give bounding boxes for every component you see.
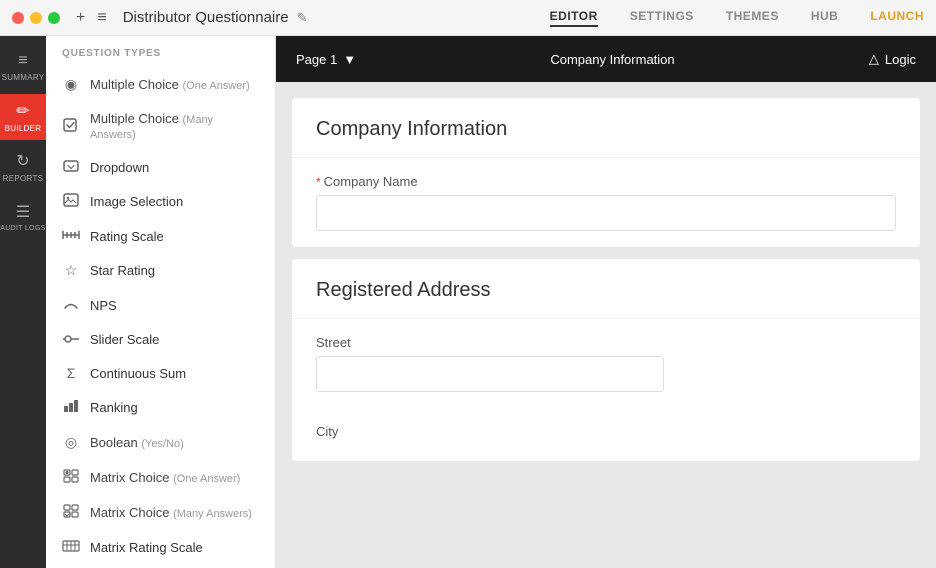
audit-icon: ☰ [16, 202, 30, 222]
hamburger-icon[interactable]: ≡ [97, 9, 106, 27]
field-street: Street [292, 319, 920, 408]
field-city: City [292, 408, 920, 461]
question-type-rating-scale[interactable]: Rating Scale [46, 219, 275, 253]
question-type-ranking[interactable]: Ranking [46, 390, 275, 425]
street-input[interactable] [316, 356, 664, 392]
question-type-star-rating[interactable]: ☆ Star Rating [46, 253, 275, 288]
panel-header: QUESTION TYPES [46, 36, 275, 67]
edit-title-icon[interactable]: ✎ [297, 10, 308, 26]
sidebar-item-reports[interactable]: ↻ REPORTS [0, 144, 46, 190]
nav-themes[interactable]: THEMES [726, 9, 779, 27]
nav-settings[interactable]: SETTINGS [630, 9, 694, 27]
section-company-title: Company Information [292, 98, 920, 158]
matrix-many-icon [62, 504, 80, 521]
continuous-sum-icon: Σ [62, 365, 80, 381]
matrix-rating-icon [62, 539, 80, 555]
main-layout: ≡ SUMMARY ✏ BUILDER ↻ REPORTS ☰ AUDIT LO… [0, 36, 936, 568]
city-label: City [316, 424, 896, 439]
field-company-name: * Company Name [292, 158, 920, 247]
boolean-label: Boolean (Yes/No) [90, 435, 184, 450]
page-header-bar: Page 1 ▼ Company Information △ Logic [276, 36, 936, 82]
mc-many-label: Multiple Choice (Many Answers) [90, 111, 259, 141]
mc-one-label: Multiple Choice (One Answer) [90, 77, 250, 92]
company-name-input[interactable] [316, 195, 896, 231]
street-label: Street [316, 335, 896, 350]
content-inner: Company Information * Company Name Regis… [276, 82, 936, 489]
company-name-label: * Company Name [316, 174, 896, 189]
question-type-boolean[interactable]: ◎ Boolean (Yes/No) [46, 425, 275, 460]
sidebar-item-audit-logs[interactable]: ☰ AUDIT LOGS [0, 194, 46, 240]
plus-icon[interactable]: + [76, 9, 85, 27]
ranking-icon [62, 399, 80, 416]
logic-button[interactable]: △ Logic [869, 51, 916, 67]
mc-many-icon [62, 118, 80, 135]
builder-icon: ✏ [16, 101, 29, 121]
matrix-one-label: Matrix Choice (One Answer) [90, 470, 240, 485]
question-panel: QUESTION TYPES ◉ Multiple Choice (One An… [46, 36, 276, 568]
page-title: Company Information [356, 52, 869, 67]
nav-editor[interactable]: EDITOR [550, 9, 598, 27]
app-title: Distributor Questionnaire ✎ [123, 9, 308, 26]
sidebar-item-builder[interactable]: ✏ BUILDER [0, 94, 46, 140]
titlebar-actions: + ≡ [76, 9, 107, 27]
question-type-slider-scale[interactable]: Slider Scale [46, 322, 275, 356]
mc-one-icon: ◉ [62, 76, 80, 93]
page-selector[interactable]: Page 1 ▼ [296, 52, 356, 67]
traffic-lights [12, 12, 60, 24]
nav-launch[interactable]: LAUNCH [870, 9, 924, 27]
question-type-mc-many[interactable]: Multiple Choice (Many Answers) [46, 102, 275, 150]
question-type-matrix-rating[interactable]: Matrix Rating Scale [46, 530, 275, 564]
traffic-light-red[interactable] [12, 12, 24, 24]
image-selection-icon [62, 193, 80, 210]
reports-icon: ↻ [16, 151, 29, 171]
star-rating-icon: ☆ [62, 262, 80, 279]
traffic-light-yellow[interactable] [30, 12, 42, 24]
icon-sidebar: ≡ SUMMARY ✏ BUILDER ↻ REPORTS ☰ AUDIT LO… [0, 36, 46, 568]
section-registered-address: Registered Address Street City [292, 259, 920, 461]
nav-hub[interactable]: HUB [811, 9, 839, 27]
question-type-continuous-sum[interactable]: Σ Continuous Sum [46, 356, 275, 390]
question-type-matrix-one[interactable]: Matrix Choice (One Answer) [46, 460, 275, 495]
page-dropdown-icon: ▼ [343, 52, 356, 67]
content-area: Page 1 ▼ Company Information △ Logic Com… [276, 36, 936, 568]
question-type-matrix-many[interactable]: Matrix Choice (Many Answers) [46, 495, 275, 530]
dropdown-icon [62, 159, 80, 175]
required-star: * [316, 175, 321, 189]
top-nav: EDITOR SETTINGS THEMES HUB LAUNCH [550, 9, 924, 27]
sidebar-item-summary[interactable]: ≡ SUMMARY [0, 44, 46, 90]
question-type-mc-one[interactable]: ◉ Multiple Choice (One Answer) [46, 67, 275, 102]
section-address-title: Registered Address [292, 259, 920, 319]
question-type-matrix-star[interactable]: Matrix Star Rating [46, 564, 275, 568]
traffic-light-green[interactable] [48, 12, 60, 24]
rating-scale-icon [62, 228, 80, 244]
matrix-many-label: Matrix Choice (Many Answers) [90, 505, 252, 520]
titlebar: + ≡ Distributor Questionnaire ✎ EDITOR S… [0, 0, 936, 36]
matrix-one-icon [62, 469, 80, 486]
app-title-text: Distributor Questionnaire [123, 9, 289, 26]
boolean-icon: ◎ [62, 434, 80, 451]
question-type-dropdown[interactable]: Dropdown [46, 150, 275, 184]
section-company-info: Company Information * Company Name [292, 98, 920, 247]
nps-icon [62, 297, 80, 313]
question-type-image-selection[interactable]: Image Selection [46, 184, 275, 219]
summary-icon: ≡ [18, 52, 27, 70]
page-selector-text: Page 1 [296, 52, 337, 67]
slider-icon [62, 331, 80, 347]
logic-triangle-icon: △ [869, 51, 879, 67]
question-type-nps[interactable]: NPS [46, 288, 275, 322]
